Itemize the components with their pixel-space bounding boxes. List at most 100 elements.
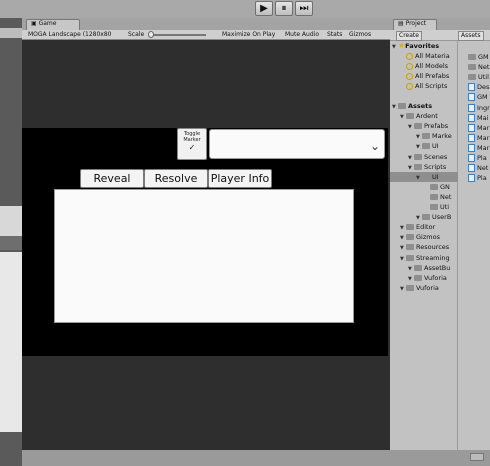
maximize-on-play-toggle[interactable]: Maximize On Play [222,31,275,39]
main-toolbar: ▶ ⏸ ⏭ [0,0,490,18]
toggle-marker[interactable]: Toggle Marker ✓ [177,128,207,160]
tree-folder[interactable]: ▼ UI [416,141,439,151]
tab-game-label: Game [38,20,57,27]
left-panel-divider [0,236,22,250]
scale-slider[interactable] [150,34,206,36]
asset-item[interactable]: GM [468,92,488,102]
tab-project[interactable]: ▤ Project [393,19,437,30]
folder-icon [406,244,414,251]
info-panel [54,189,354,323]
tree-folder-label: Resources [416,243,450,252]
script-icon [468,83,475,92]
asset-item[interactable]: GM [468,52,489,62]
asset-item[interactable]: Mar [468,143,489,153]
scale-slider-handle[interactable] [148,31,154,38]
step-button[interactable]: ⏭ [295,1,313,16]
tab-game[interactable]: ▣ Game [26,19,80,30]
search-icon [406,72,413,80]
asset-item-label: Net [477,164,489,173]
play-icon: ▶ [260,3,268,14]
folder-icon [414,274,422,281]
asset-item[interactable]: Des [468,82,489,92]
tree-folder-label: Prefabs [424,122,449,131]
asset-item-label: Util [478,73,489,82]
left-panel-header [0,28,22,38]
play-button[interactable]: ▶ [255,1,273,16]
tree-folder[interactable]: Net [424,192,451,202]
tree-folder-label: Streaming [416,253,450,262]
tree-folder-label: Editor [416,223,436,232]
tree-folder[interactable]: ▼ Vuforia [408,273,447,283]
asset-item[interactable]: Mai [468,113,488,123]
gizmos-dropdown[interactable]: Gizmos [349,31,371,39]
folder-icon [406,284,414,291]
script-icon [468,133,475,142]
folder-icon [430,183,438,190]
tree-folder[interactable]: ▼ Editor [400,222,435,232]
tree-folder[interactable]: ▼ Scenes [408,152,447,162]
favorites-item[interactable]: All Models [406,61,448,71]
size-slider-handle[interactable] [470,453,484,461]
tree-folder-label: Scenes [424,152,448,161]
asset-item[interactable]: Util [468,72,489,82]
tree-folder-label: Scripts [424,162,447,171]
scale-label: Scale [128,31,145,38]
favorites-header[interactable]: ▼ ★Favorites [392,41,439,51]
asset-item-label: GM [477,93,488,102]
mute-audio-toggle[interactable]: Mute Audio [285,31,319,39]
tree-folder-label: Assets [408,102,433,110]
favorites-item-label: All Prefabs [415,72,450,80]
reveal-button[interactable]: Reveal [80,169,144,188]
left-panel [0,18,22,466]
tree-folder-label: AssetBu [424,263,451,272]
tree-folder[interactable]: ▼ Gizmos [400,232,440,242]
project-status-bar [390,450,490,466]
asset-item[interactable]: Ingr [468,103,490,113]
tree-folder-label: GN [440,182,450,191]
asset-item[interactable]: Mar [468,123,489,133]
stats-toggle[interactable]: Stats [327,31,342,39]
assets-breadcrumb[interactable]: Assets [458,31,484,41]
create-button[interactable]: Create [396,31,422,41]
pause-icon: ⏸ [281,3,287,14]
asset-item[interactable]: Mar [468,133,489,143]
folder-icon [468,54,476,60]
tree-folder[interactable]: Uti [424,202,449,212]
tree-folder-label: Vuforia [424,273,447,282]
tree-folder[interactable]: ▼ Assets [392,101,432,111]
script-icon [468,143,475,152]
favorites-item-label: All Models [415,62,449,70]
tree-folder[interactable]: GN [424,182,450,192]
tree-folder[interactable]: ▼ Marke [416,131,452,141]
asset-item[interactable]: Pla [468,153,487,163]
folder-icon [414,153,422,160]
asset-item-label: Mar [477,143,490,152]
favorites-item[interactable]: All Prefabs [406,71,449,81]
asset-item[interactable]: Net [468,62,489,72]
tree-folder[interactable]: ▼ UserB [416,212,451,222]
resolution-dropdown[interactable]: MOGA Landscape (1280x80 [28,31,126,39]
player-info-button[interactable]: Player Info [208,169,272,188]
project-tab-bar: ▤ Project [390,18,490,30]
tree-folder[interactable]: ▼ Scripts [408,162,446,172]
resolve-button[interactable]: Resolve [144,169,208,188]
folder-icon [468,74,476,81]
asset-item-label: Pla [477,174,487,183]
tree-folder[interactable]: ▼ Vuforia [400,283,439,293]
marker-dropdown[interactable]: ⌄ [209,129,385,159]
tree-folder[interactable]: ▼ AssetBu [408,263,450,273]
tree-folder-label: UI [432,142,439,151]
asset-item[interactable]: Net [468,163,488,173]
tree-folder[interactable]: ▼ Streaming [400,253,450,263]
asset-item-label: Ingr [477,103,490,112]
favorites-item[interactable]: All Materia [406,51,450,61]
folder-icon [406,254,414,261]
favorites-item[interactable]: All Scripts [406,81,447,91]
asset-item-label: Des [477,83,490,92]
tree-folder[interactable]: ▼ Ardent [400,111,438,121]
asset-item[interactable]: Pla [468,173,487,183]
tree-folder[interactable]: ▼ Prefabs [408,121,448,131]
tree-folder[interactable]: ▼ UI [390,171,458,182]
tree-folder[interactable]: ▼ Resources [400,242,449,252]
pause-button[interactable]: ⏸ [275,1,293,16]
